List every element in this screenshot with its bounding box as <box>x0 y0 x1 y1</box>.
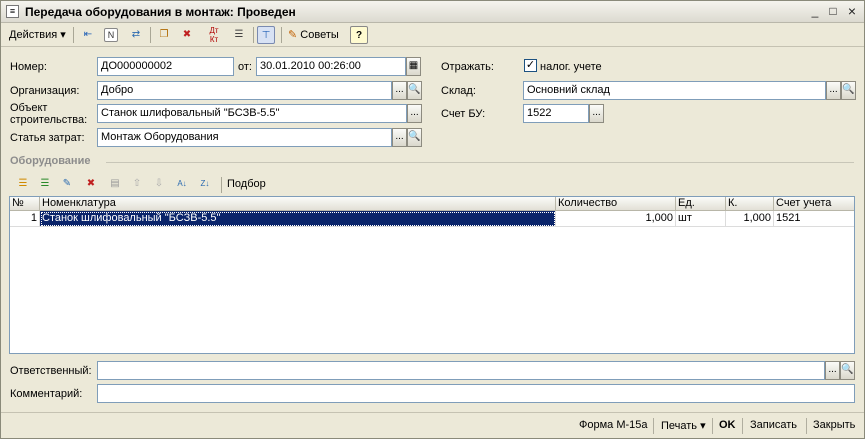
window-title: Передача оборудования в монтаж: Проведен <box>25 5 296 19</box>
organization-label: Организация: <box>10 85 80 97</box>
object-select-button[interactable]: ... <box>407 104 422 123</box>
toolbar-separator <box>221 177 222 193</box>
account-label: Счет БУ: <box>441 108 486 120</box>
account-field[interactable]: 1522 <box>523 104 589 123</box>
advice-button[interactable]: ✎ Советы <box>285 26 342 44</box>
add-row-icon[interactable]: ☰ <box>15 176 31 192</box>
cost-item-select-button[interactable]: ... <box>392 128 407 147</box>
account-select-button[interactable]: ... <box>589 104 604 123</box>
close-button[interactable]: Закрыть <box>813 419 855 431</box>
tax-accounting-checkbox[interactable]: ✓ <box>524 59 537 72</box>
table-cell-number[interactable]: 1 <box>10 211 40 227</box>
column-header-nomenclature[interactable]: Номенклатура <box>40 197 556 211</box>
warehouse-label: Склад: <box>441 85 476 97</box>
ok-button[interactable]: OK <box>719 419 736 431</box>
refresh-icon[interactable]: ⇄ <box>127 26 145 44</box>
date-label: от: <box>238 61 252 73</box>
tax-accounting-label: налог. учете <box>540 61 602 73</box>
sort-descending-icon[interactable]: Z↓ <box>197 176 213 192</box>
column-header-coefficient[interactable]: К. <box>726 197 774 211</box>
organization-select-button[interactable]: ... <box>392 81 407 100</box>
advice-icon: ✎ <box>288 29 298 41</box>
journal-icon[interactable]: ☰ <box>230 26 248 44</box>
close-window-button[interactable]: × <box>844 4 860 19</box>
calendar-icon[interactable]: ▦ <box>406 57 421 76</box>
delete-row-icon[interactable]: ✖ <box>83 176 99 192</box>
table-cell-account[interactable]: 1521 <box>774 211 854 227</box>
copy-row-icon[interactable]: ☰ <box>37 176 53 192</box>
warehouse-select-button[interactable]: ... <box>826 81 841 100</box>
move-down-icon[interactable]: ⇩ <box>151 176 167 192</box>
reflect-label: Отражать: <box>441 61 494 73</box>
edit-row-icon[interactable]: ✎ <box>59 176 75 192</box>
comment-field[interactable] <box>97 384 855 403</box>
comment-label: Комментарий: <box>10 388 83 400</box>
toolbar: Действия ▾ ⇤ N ⇄ ❐ ✖ Дт Кт ☰ ⊤ ✎ Советы … <box>1 23 864 47</box>
chevron-down-icon: ▾ <box>60 29 66 41</box>
bottom-separator <box>712 418 713 434</box>
column-header-number[interactable]: № <box>10 197 40 211</box>
equipment-section-title: Оборудование <box>10 155 91 167</box>
warehouse-field[interactable]: Основний склад <box>523 81 826 100</box>
print-label: Печать <box>661 420 698 432</box>
search-icon[interactable]: 🔍 <box>407 81 422 100</box>
document-icon: ≡ <box>6 5 19 18</box>
toolbar-separator <box>73 27 74 43</box>
post-document-icon[interactable]: N <box>104 28 118 42</box>
table-cell-unit[interactable]: шт <box>676 211 726 227</box>
actions-label: Действия <box>9 29 58 41</box>
object-label-line1: Объект <box>10 102 48 114</box>
number-label: Номер: <box>10 61 47 73</box>
table-cell-coefficient[interactable]: 1,000 <box>726 211 774 227</box>
column-header-quantity[interactable]: Количество <box>556 197 676 211</box>
chevron-down-icon: ▾ <box>700 420 706 432</box>
back-arrow-icon[interactable]: ⇤ <box>79 26 97 44</box>
document-window: ≡ Передача оборудования в монтаж: Провед… <box>0 0 865 439</box>
help-button[interactable]: ? <box>350 26 368 44</box>
bottom-separator <box>742 418 743 434</box>
bottom-separator <box>653 418 654 434</box>
bottom-action-bar: Форма М-15а Печать ▾ OK Записать Закрыть <box>1 412 864 438</box>
advice-label: Советы <box>300 29 339 41</box>
cost-item-field[interactable]: Монтаж Оборудования <box>97 128 392 147</box>
print-menu-button[interactable]: Печать ▾ <box>661 419 706 432</box>
dtkt-report-icon[interactable]: Дт Кт <box>205 26 223 44</box>
column-header-unit[interactable]: Ед. <box>676 197 726 211</box>
bottom-separator <box>806 418 807 434</box>
column-header-account[interactable]: Счет учета <box>774 197 854 211</box>
responsible-label: Ответственный: <box>10 365 92 377</box>
search-icon[interactable]: 🔍 <box>841 81 856 100</box>
sort-ascending-icon[interactable]: A↓ <box>174 176 190 192</box>
cost-item-label: Статья затрат: <box>10 132 85 144</box>
responsible-select-button[interactable]: ... <box>825 361 840 380</box>
end-edit-icon[interactable]: ▤ <box>107 176 123 192</box>
delete-document-icon[interactable]: ✖ <box>178 26 196 44</box>
minimize-button[interactable]: _ <box>807 4 823 19</box>
copy-document-icon[interactable]: ❐ <box>155 26 173 44</box>
maximize-button[interactable]: □ <box>825 4 841 19</box>
table-cell-nomenclature[interactable]: Станок шлифовальный "БСЗВ-5.5" <box>40 211 556 227</box>
responsible-field[interactable] <box>97 361 825 380</box>
toolbar-separator <box>281 27 282 43</box>
save-button[interactable]: Записать <box>750 419 797 431</box>
toolbar-separator <box>150 27 151 43</box>
equipment-table: № Номенклатура Количество Ед. К. Счет уч… <box>9 196 855 354</box>
toolbar-separator <box>253 27 254 43</box>
organization-field[interactable]: Добро <box>97 81 392 100</box>
search-icon[interactable]: 🔍 <box>840 361 855 380</box>
date-field[interactable]: 30.01.2010 00:26:00 <box>256 57 406 76</box>
actions-menu-button[interactable]: Действия ▾ <box>5 26 70 44</box>
table-cell-quantity[interactable]: 1,000 <box>556 211 676 227</box>
number-field[interactable]: ДО000000002 <box>97 57 234 76</box>
structure-icon[interactable]: ⊤ <box>257 26 275 44</box>
form-m15a-button[interactable]: Форма М-15а <box>579 419 648 431</box>
search-icon[interactable]: 🔍 <box>407 128 422 147</box>
title-bar: ≡ Передача оборудования в монтаж: Провед… <box>1 1 864 23</box>
section-divider <box>106 162 854 163</box>
move-up-icon[interactable]: ⇧ <box>129 176 145 192</box>
construction-object-field[interactable]: Станок шлифовальный "БСЗВ-5.5" <box>97 104 407 123</box>
select-items-button[interactable]: Подбор <box>227 178 266 190</box>
object-label-line2: строительства: <box>10 114 88 126</box>
